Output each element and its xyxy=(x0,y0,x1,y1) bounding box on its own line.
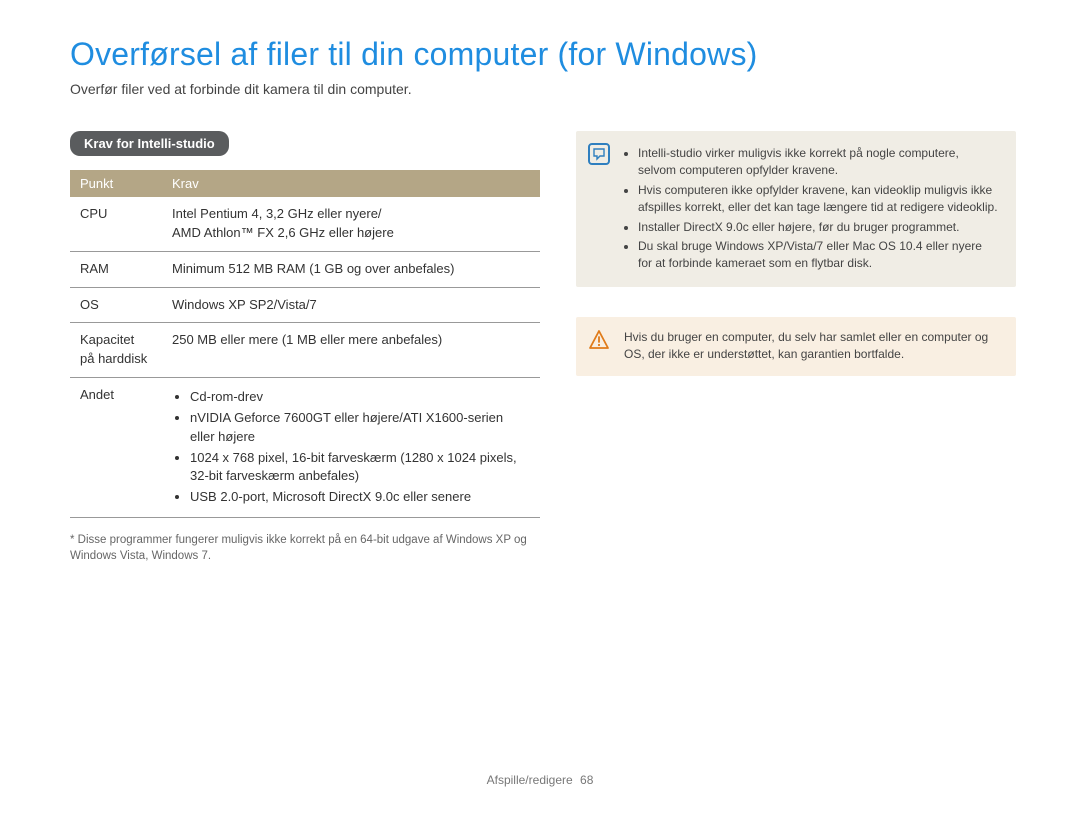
cell-value: Intel Pentium 4, 3,2 GHz eller nyere/ AM… xyxy=(162,197,540,251)
warning-icon xyxy=(588,329,610,351)
section-heading: Krav for Intelli-studio xyxy=(70,131,229,156)
footnote: * Disse programmer fungerer muligvis ikk… xyxy=(70,532,540,564)
cell-label: CPU xyxy=(70,197,162,251)
list-item: Intelli-studio virker muligvis ikke korr… xyxy=(638,145,998,180)
page-title: Overførsel af filer til din computer (fo… xyxy=(70,36,1016,73)
requirements-table: Punkt Krav CPU Intel Pentium 4, 3,2 GHz … xyxy=(70,170,540,518)
table-row: CPU Intel Pentium 4, 3,2 GHz eller nyere… xyxy=(70,197,540,251)
cell-value: 250 MB eller mere (1 MB eller mere anbef… xyxy=(162,323,540,378)
table-row: OS Windows XP SP2/Vista/7 xyxy=(70,287,540,323)
list-item: 1024 x 768 pixel, 16-bit farveskærm (128… xyxy=(190,449,530,487)
list-item: Du skal bruge Windows XP/Vista/7 eller M… xyxy=(638,238,998,273)
table-row: RAM Minimum 512 MB RAM (1 GB og over anb… xyxy=(70,251,540,287)
list-item: Installer DirectX 9.0c eller højere, før… xyxy=(638,219,998,236)
footer-section: Afspille/redigere xyxy=(487,773,573,787)
table-row: Kapacitet på harddisk 250 MB eller mere … xyxy=(70,323,540,378)
info-callout: Intelli-studio virker muligvis ikke korr… xyxy=(576,131,1016,287)
cell-value: Windows XP SP2/Vista/7 xyxy=(162,287,540,323)
table-row: Andet Cd-rom-drev nVIDIA Geforce 7600GT … xyxy=(70,378,540,518)
cell-label: OS xyxy=(70,287,162,323)
list-item: Cd-rom-drev xyxy=(190,388,530,407)
note-icon xyxy=(588,143,610,165)
cell-label: RAM xyxy=(70,251,162,287)
list-item: USB 2.0-port, Microsoft DirectX 9.0c ell… xyxy=(190,488,530,507)
table-header-krav: Krav xyxy=(162,170,540,197)
page-footer: Afspille/redigere 68 xyxy=(0,773,1080,787)
warning-text: Hvis du bruger en computer, du selv har … xyxy=(624,329,998,364)
warning-callout: Hvis du bruger en computer, du selv har … xyxy=(576,317,1016,376)
cell-label: Andet xyxy=(70,378,162,518)
list-item: Hvis computeren ikke opfylder kravene, k… xyxy=(638,182,998,217)
page-number: 68 xyxy=(580,773,593,787)
page-subtitle: Overfør filer ved at forbinde dit kamera… xyxy=(70,81,1016,97)
cell-value: Minimum 512 MB RAM (1 GB og over anbefal… xyxy=(162,251,540,287)
cell-label: Kapacitet på harddisk xyxy=(70,323,162,378)
cell-value: Cd-rom-drev nVIDIA Geforce 7600GT eller … xyxy=(162,378,540,518)
list-item: nVIDIA Geforce 7600GT eller højere/ATI X… xyxy=(190,409,530,447)
table-header-punkt: Punkt xyxy=(70,170,162,197)
